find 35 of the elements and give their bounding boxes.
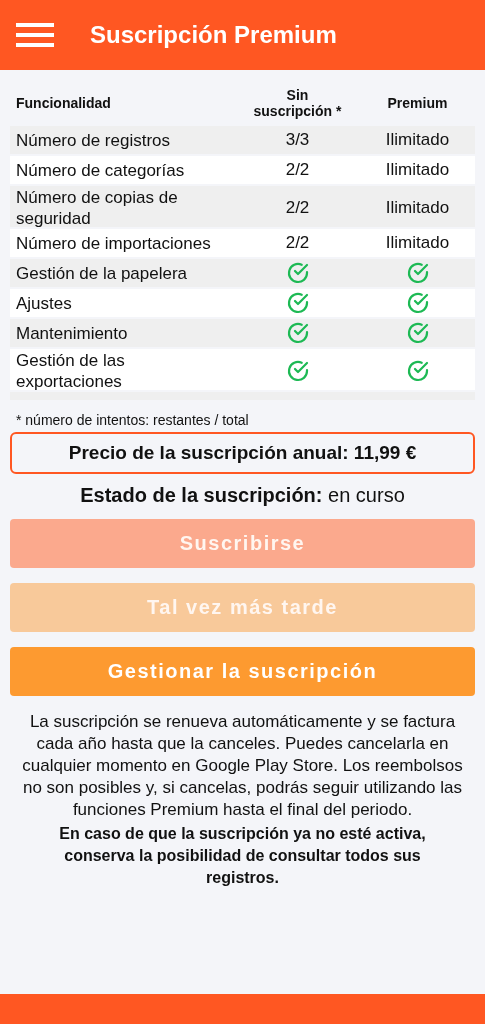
check-circle-icon (285, 359, 310, 384)
subscription-status: Estado de la suscripción: en curso (79, 484, 406, 507)
table-cell-text: Ilimitado (384, 198, 451, 219)
footnote: * número de intentos: restantes / total (16, 412, 250, 428)
table-cell-text: 2/2 (284, 160, 311, 181)
table-cell-text: Ilimitado (384, 160, 451, 181)
table-cell-text: 2/2 (284, 198, 311, 219)
info-paragraph: La suscripción se renueva automáticamente y se factura cada año hasta que la canceles. Puedes cancelarla en cualquier momento en Google Play Store. Los reembolsos no son posibles y, si cancelas, podrás seguir utilizando las funciones Premium hasta el final del periodo. (21, 711, 464, 821)
column-header: Funcionalidad (15, 95, 112, 112)
feature-label: Mantenimiento (15, 322, 129, 344)
check-circle-icon (405, 291, 430, 316)
check-circle-icon (405, 359, 430, 384)
menu-icon[interactable] (16, 21, 54, 49)
check-circle-icon (285, 321, 310, 346)
check-circle-icon (285, 291, 310, 316)
feature-label: Número de importaciones (15, 232, 212, 254)
column-header: Premium (386, 95, 449, 112)
table-cell-text: 2/2 (284, 233, 311, 254)
table-cell-text: Ilimitado (384, 233, 451, 254)
feature-label: Gestión de las exportaciones (15, 350, 126, 392)
price-label: Precio de la suscripción anual: 11,99 € (10, 432, 475, 474)
table-cell-text: 3/3 (284, 130, 311, 151)
feature-label: Número de categorías (15, 159, 186, 181)
column-header: Sin suscripción * (252, 87, 343, 120)
notice-paragraph: En caso de que la suscripción ya no esté activa, conserva la posibilidad de consultar todos sus registros. (58, 824, 427, 888)
feature-label: Ajustes (15, 292, 73, 314)
feature-label: Gestión de la papelera (15, 262, 189, 284)
check-circle-icon (405, 261, 430, 286)
app-title: Suscripción Premium (90, 21, 337, 49)
feature-label: Número de registros (15, 129, 171, 151)
action-button[interactable]: Gestionar la suscripción (10, 647, 475, 696)
table-cell-text: Ilimitado (384, 130, 451, 151)
check-circle-icon (285, 261, 310, 286)
check-circle-icon (405, 321, 430, 346)
feature-label: Número de copias de seguridad (15, 187, 179, 230)
